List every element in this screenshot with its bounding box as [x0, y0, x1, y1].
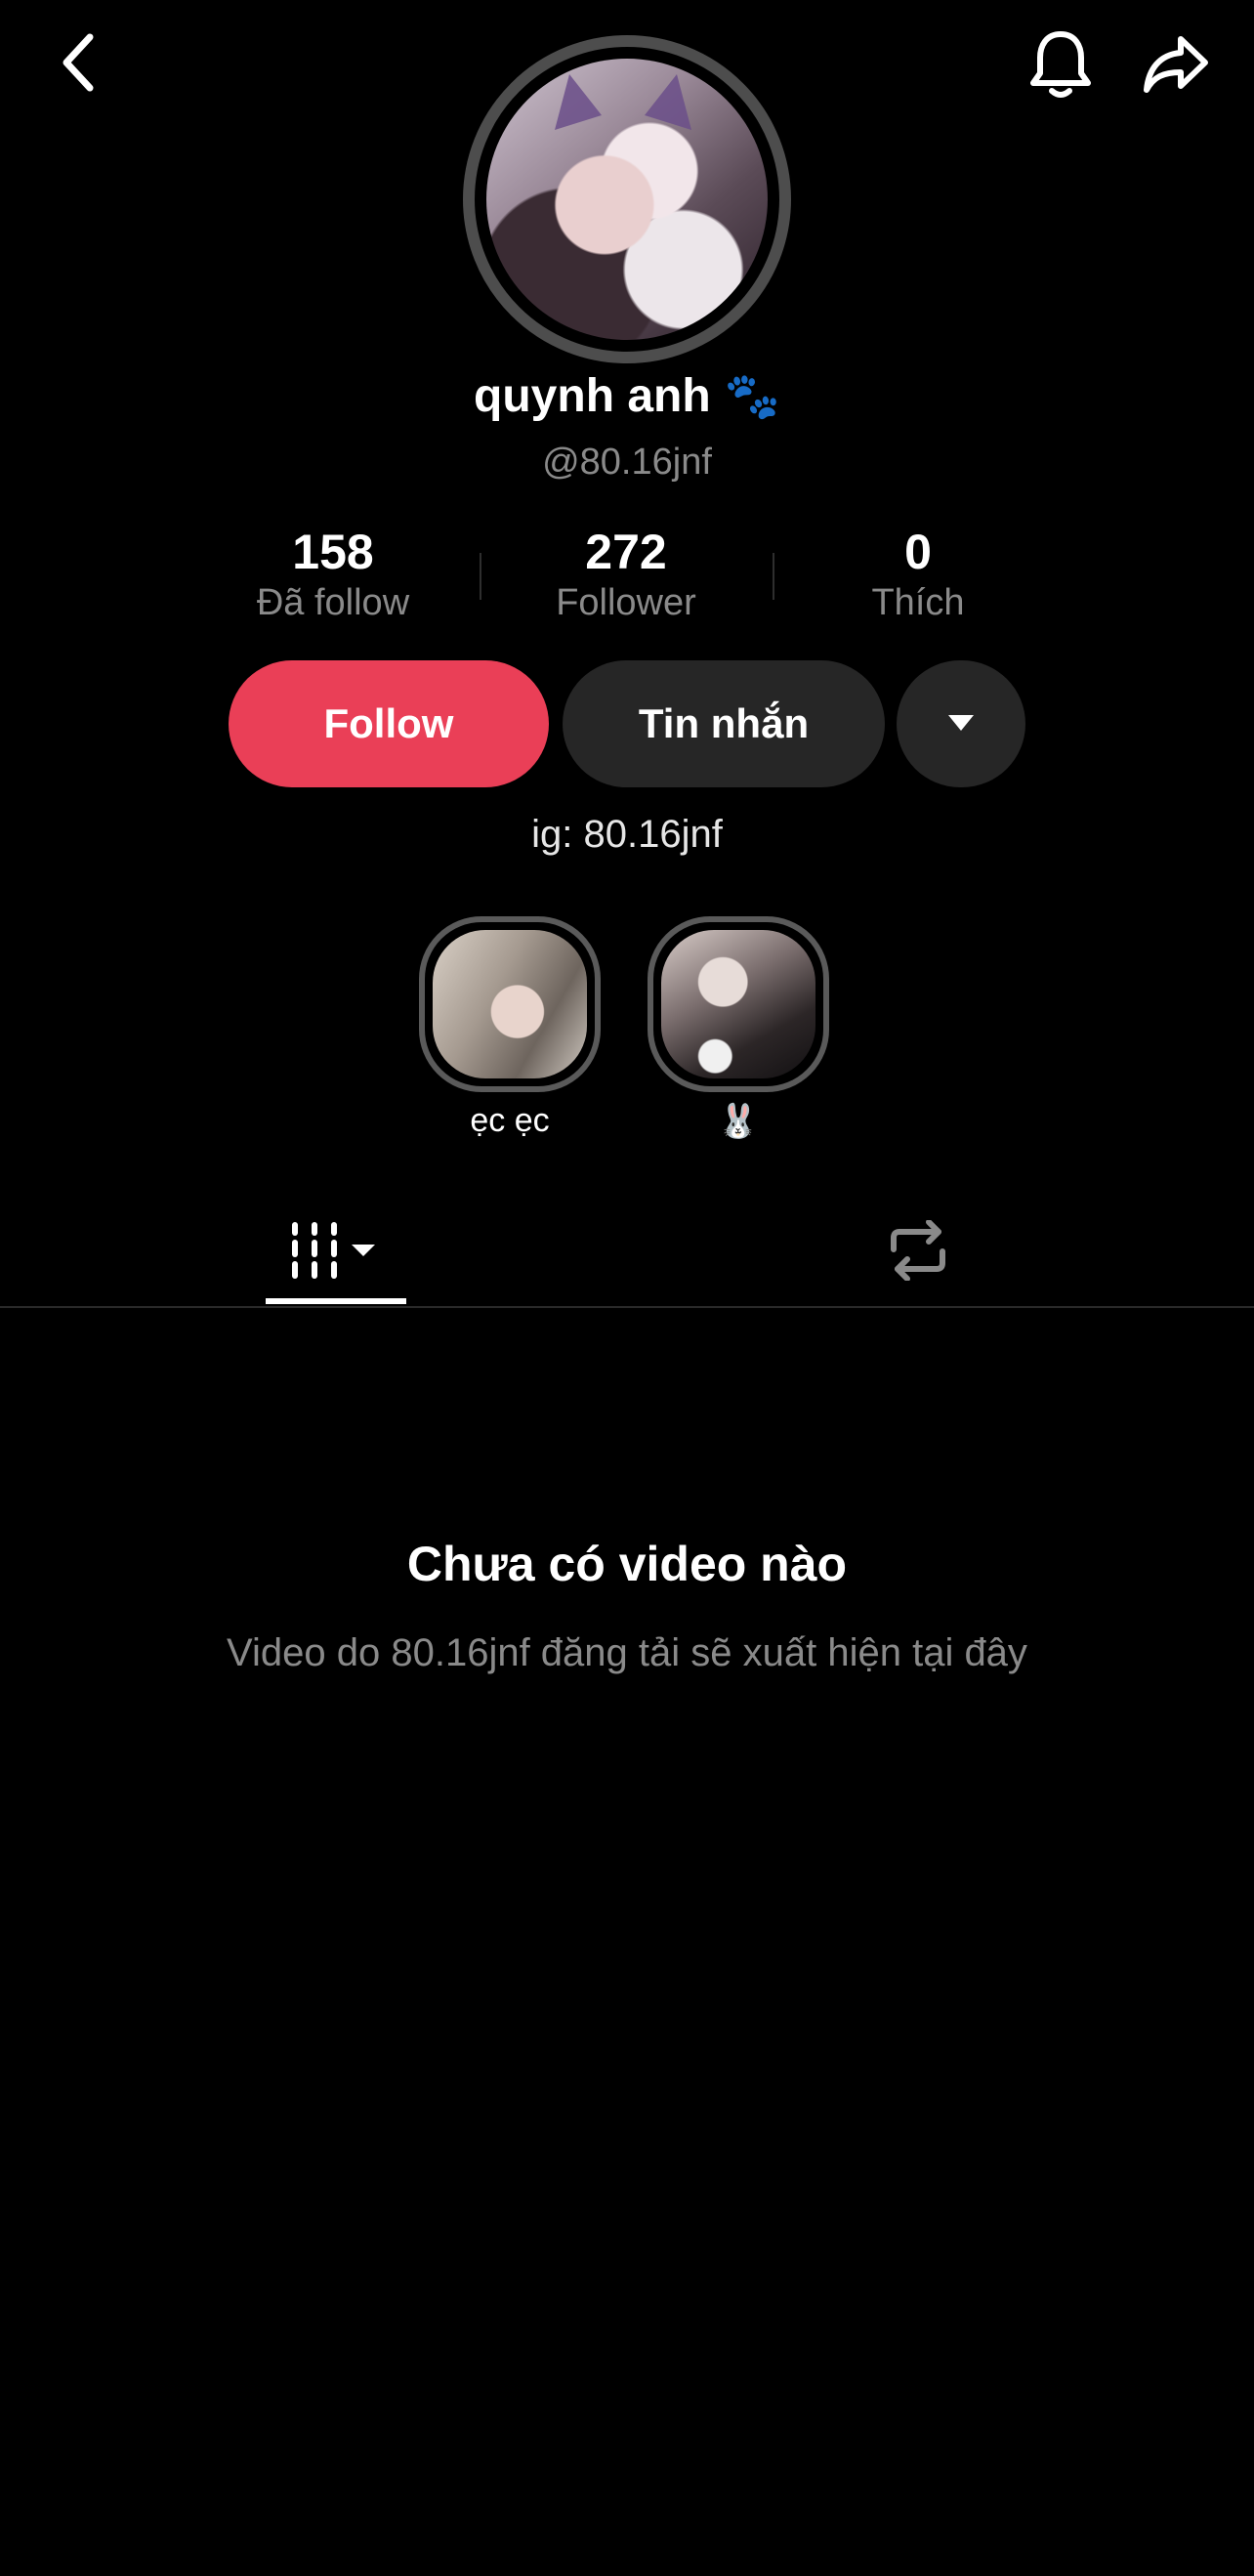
tabs-divider	[0, 1306, 1254, 1308]
more-options-button[interactable]	[897, 660, 1025, 787]
stat-likes[interactable]: 0 Thích	[791, 524, 1045, 624]
bell-icon	[1030, 31, 1091, 98]
highlight-label: ẹc ẹc	[470, 1102, 550, 1139]
grid-columns-icon	[292, 1222, 375, 1279]
followers-label: Follower	[556, 582, 696, 623]
stat-following[interactable]: 158 Đã follow	[206, 524, 460, 624]
profile-stats: 158 Đã follow 272 Follower 0 Thích	[0, 524, 1254, 631]
paw-emoji: 🐾	[724, 370, 780, 421]
chevron-left-icon	[63, 33, 94, 92]
empty-state-subtitle: Video do 80.16jnf đăng tải sẽ xuất hiện …	[227, 1631, 1027, 1674]
story-highlight[interactable]: ẹc ẹc	[419, 916, 605, 1140]
active-tab-indicator	[266, 1298, 406, 1304]
notification-bell-button[interactable]	[1022, 25, 1100, 104]
following-count: 158	[292, 525, 374, 579]
likes-count: 0	[904, 525, 932, 579]
caret-down-icon	[948, 715, 974, 731]
tab-reposts[interactable]	[850, 1192, 986, 1309]
back-button[interactable]	[47, 31, 109, 94]
username-handle: @80.16jnf	[542, 442, 712, 483]
bio-text: ig: 80.16jnf	[531, 813, 723, 856]
empty-state-title: Chưa có video nào	[406, 1537, 848, 1591]
follow-button[interactable]: Follow	[229, 660, 549, 787]
profile-page: quynh anh 🐾 @80.16jnf 158 Đã follow 272 …	[0, 0, 1254, 2576]
display-name: quynh anh	[474, 370, 711, 422]
highlight-image	[433, 930, 587, 1078]
stat-followers[interactable]: 272 Follower	[499, 524, 753, 624]
story-highlight[interactable]: 🐰	[648, 916, 833, 1141]
highlight-cover	[419, 916, 601, 1092]
avatar[interactable]	[463, 35, 791, 363]
highlight-cover	[648, 916, 829, 1092]
repost-icon	[891, 1220, 945, 1281]
likes-label: Thích	[871, 582, 965, 623]
share-button[interactable]	[1137, 25, 1215, 104]
avatar-photo	[486, 59, 768, 340]
cat-ears-filter-icon	[555, 74, 691, 130]
tab-videos[interactable]	[266, 1192, 406, 1309]
display-name-row: quynh anh 🐾	[0, 369, 1254, 423]
followers-count: 272	[585, 525, 667, 579]
stat-divider	[480, 553, 481, 600]
message-button[interactable]: Tin nhắn	[563, 660, 885, 787]
highlight-image	[661, 930, 815, 1078]
highlight-label: 🐰	[717, 1103, 760, 1140]
stat-divider	[773, 553, 774, 600]
following-label: Đã follow	[256, 582, 410, 623]
share-arrow-icon	[1144, 36, 1208, 93]
